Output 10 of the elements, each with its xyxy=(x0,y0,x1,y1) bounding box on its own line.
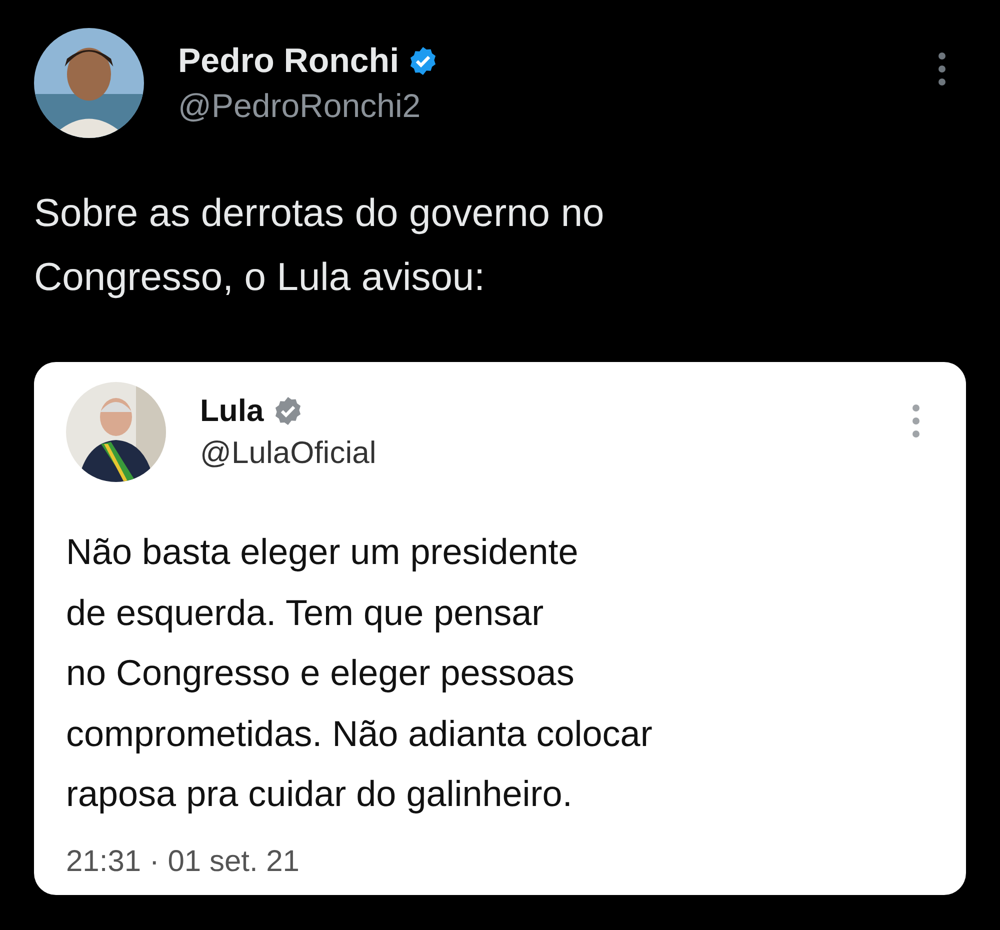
author-name[interactable]: Pedro Ronchi xyxy=(178,42,400,80)
author-handle[interactable]: @PedroRonchi2 xyxy=(178,86,440,124)
quoted-author-handle[interactable]: @LulaOficial xyxy=(200,435,376,471)
quoted-author-name[interactable]: Lula xyxy=(200,393,264,429)
more-options-icon[interactable] xyxy=(938,52,946,86)
quoted-tweet-text: Não basta eleger um presidente de esquerda. Tem que pensar no Congresso e eleger pessoas comprometidas. Não adianta colocar raposa pra cuidar do galinheiro. xyxy=(66,530,654,816)
quoted-tweet-card[interactable]: Lula @LulaOficial Não basta eleger um presidente de esquerda. Tem que pensar no Congresso e eleger pessoas comprometidas. Não adianta colocar raposa pra cuidar do galinheiro. 21:31 · 01 set. 21 xyxy=(34,362,966,894)
more-options-icon[interactable] xyxy=(912,404,920,438)
tweet-text: Sobre as derrotas do governo no Congresso, o Lula avisou: xyxy=(34,191,606,301)
timestamp[interactable]: 21:31 · 01 set. 21 xyxy=(66,844,934,878)
